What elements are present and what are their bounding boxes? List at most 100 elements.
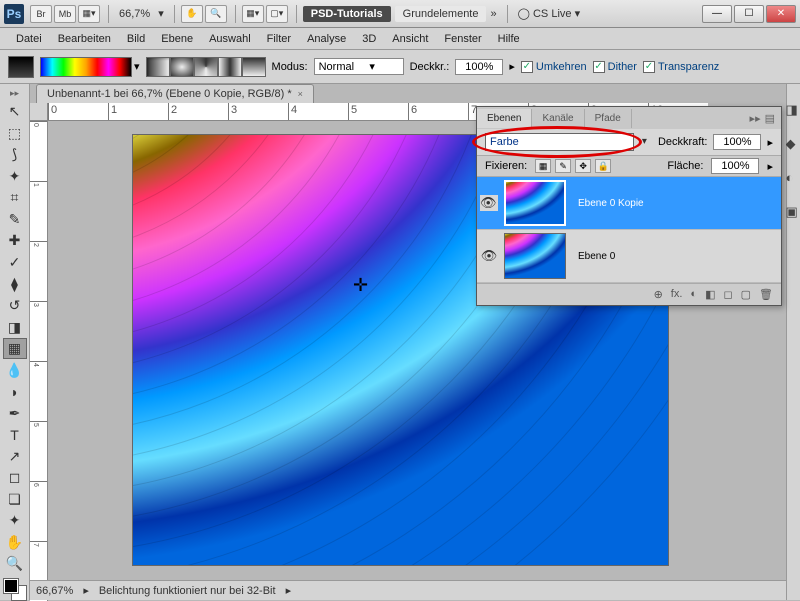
group-icon[interactable]: ◻ [723,288,732,301]
gradient-diamond[interactable] [242,57,266,77]
tool-preset[interactable] [8,56,34,78]
tool-shape[interactable]: ◻ [3,467,27,489]
tool-lasso[interactable]: ⟆ [3,144,27,166]
tool-history[interactable]: ↺ [3,295,27,317]
cslive-button[interactable]: ◯ CS Live ▾ [518,7,580,20]
screen-mode-button[interactable]: ▦▾ [78,5,100,23]
gradient-reflected[interactable] [218,57,242,77]
tool-path[interactable]: ↗ [3,446,27,468]
menu-ansicht[interactable]: Ansicht [384,33,436,45]
tool-eyedropper[interactable]: ✎ [3,209,27,231]
tool-eraser[interactable]: ◨ [3,316,27,338]
menu-hilfe[interactable]: Hilfe [490,33,528,45]
toolbar-collapse-icon[interactable]: ▸▸ [10,88,19,99]
tool-heal[interactable]: ✚ [3,230,27,252]
tool-hand[interactable]: ✋ [3,532,27,554]
menu-fenster[interactable]: Fenster [436,33,489,45]
gradient-radial[interactable] [170,57,194,77]
mask-icon[interactable]: ◐ [690,288,697,301]
tab-ebenen[interactable]: Ebenen [477,109,532,128]
new-layer-icon[interactable]: ▢ [741,288,751,301]
tool-crop[interactable]: ⌗ [3,187,27,209]
status-zoom[interactable]: 66,67% [36,585,73,597]
panel-menu-icon[interactable]: ▤ [765,112,775,125]
blend-mode-select[interactable]: Farbe [485,133,634,151]
doc-label[interactable]: Grundelemente [395,6,487,22]
tool-blur[interactable]: 💧 [3,359,27,381]
color-swatches[interactable] [4,579,26,600]
workspace-label[interactable]: PSD-Tutorials [303,6,391,22]
tool-stamp[interactable]: ⧫ [3,273,27,295]
layer-name[interactable]: Ebene 0 [572,251,778,262]
hand-button[interactable]: ✋ [181,5,203,23]
visibility-icon[interactable]: 👁 [480,248,498,264]
menu-auswahl[interactable]: Auswahl [201,33,259,45]
dither-check[interactable]: ✓Dither [593,61,637,73]
menu-3d[interactable]: 3D [354,33,384,45]
gradient-angle[interactable] [194,57,218,77]
opacity-field[interactable]: 100% [455,59,503,75]
tab-close-icon[interactable]: × [298,89,303,99]
vertical-ruler[interactable]: 0 1 2 3 4 5 6 7 [30,121,48,601]
visibility-icon[interactable]: 👁 [480,195,498,211]
dock-toggle-icon[interactable]: ◨ [786,102,800,118]
tool-marquee[interactable]: ⬚ [3,123,27,145]
layer-row[interactable]: 👁 Ebene 0 Kopie [477,177,781,230]
fill-field[interactable]: 100% [711,158,759,174]
minimize-button[interactable]: — [702,5,732,23]
swatches-icon[interactable]: ◆ [786,136,800,152]
bridge-button[interactable]: Br [30,5,52,23]
layer-thumbnail[interactable] [504,233,566,279]
reverse-check[interactable]: ✓Umkehren [521,61,587,73]
layer-name[interactable]: Ebene 0 Kopie [572,198,778,209]
trash-icon[interactable]: 🗑 [759,288,773,301]
layer-row[interactable]: 👁 Ebene 0 [477,230,781,283]
maximize-button[interactable]: ☐ [734,5,764,23]
zoom-button[interactable]: 🔍 [205,5,227,23]
minibridge-button[interactable]: Mb [54,5,76,23]
document-tab[interactable]: Unbenannt-1 bei 66,7% (Ebene 0 Kopie, RG… [36,84,314,103]
link-layers-icon[interactable]: ⊕ [654,288,663,301]
lock-transparency[interactable]: ▦ [535,159,551,173]
lock-pixels[interactable]: ✎ [555,159,571,173]
tool-dodge[interactable]: ◗ [3,381,27,403]
more-workspaces[interactable]: » [490,8,496,20]
layer-opacity-field[interactable]: 100% [713,134,761,150]
menu-bearbeiten[interactable]: Bearbeiten [50,33,119,45]
zoom-display[interactable]: 66,7% [119,8,150,20]
close-button[interactable]: ✕ [766,5,796,23]
tool-move[interactable]: ↖ [3,101,27,123]
ruler-origin[interactable] [30,103,48,121]
arrange-button[interactable]: ▦▾ [242,5,264,23]
menu-filter[interactable]: Filter [259,33,299,45]
layer-thumbnail[interactable] [504,180,566,226]
panel-collapse-icon[interactable]: ▸▸ [750,112,761,125]
tool-brush[interactable]: ✓ [3,252,27,274]
adjustment-icon[interactable]: ◧ [705,288,715,301]
tab-kanaele[interactable]: Kanäle [532,109,584,128]
adjustments-icon[interactable]: ◐ [786,170,800,186]
lock-position[interactable]: ✥ [575,159,591,173]
tool-type[interactable]: T [3,424,27,446]
masks-icon[interactable]: ▣ [786,204,800,220]
tool-pen[interactable]: ✒ [3,402,27,424]
opacity-label: Deckkr.: [410,61,450,73]
tab-pfade[interactable]: Pfade [585,109,632,128]
mode-select[interactable]: Normal ▾ [314,58,404,75]
transparency-check[interactable]: ✓Transparenz [643,61,719,73]
menu-ebene[interactable]: Ebene [153,33,201,45]
menu-analyse[interactable]: Analyse [299,33,354,45]
gradient-preview[interactable] [40,57,132,77]
tool-zoom[interactable]: 🔍 [3,553,27,575]
tool-gradient[interactable]: ▦ [3,338,27,360]
gradient-linear[interactable] [146,57,170,77]
fg-color[interactable] [4,579,18,593]
menu-bild[interactable]: Bild [119,33,153,45]
lock-all[interactable]: 🔒 [595,159,611,173]
fx-icon[interactable]: fx. [671,288,683,301]
tool-3d[interactable]: ❏ [3,489,27,511]
tool-wand[interactable]: ✦ [3,166,27,188]
tool-3dcam[interactable]: ✦ [3,510,27,532]
menu-datei[interactable]: Datei [8,33,50,45]
screen-button[interactable]: ▢▾ [266,5,288,23]
